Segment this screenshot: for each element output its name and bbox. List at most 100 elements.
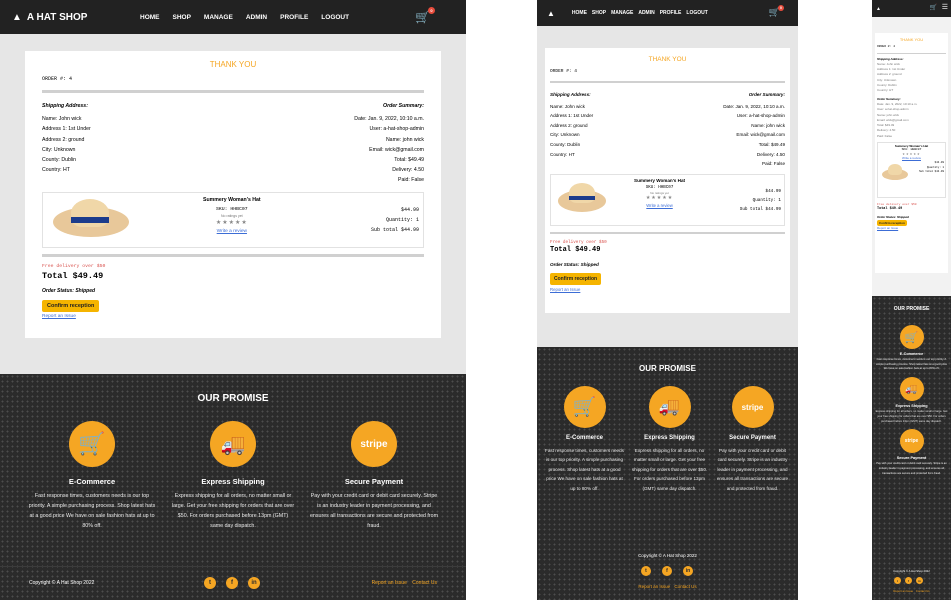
item-rating-note: No ratings yet [221, 213, 243, 218]
stripe-icon: stripe [731, 386, 774, 428]
star-rating-icon[interactable]: ★★★★★ [634, 195, 685, 201]
promise-shipping-text: Express shipping for all orders, no matt… [171, 493, 295, 529]
item-pricing: $44.99 Quantity: 1 Sub total $44.99 [371, 205, 419, 243]
cart-button[interactable]: 🛒 0 [769, 5, 784, 18]
nav-logout[interactable]: LOGOUT [686, 10, 707, 16]
sum-name: Name: john wick [751, 122, 785, 128]
twitter-icon[interactable]: t [204, 577, 216, 589]
confirm-reception-button[interactable]: Confirm reception [877, 219, 907, 226]
star-rating-icon[interactable]: ★★★★★ [203, 219, 261, 226]
footer-report-link[interactable]: Report an Issue [893, 589, 913, 593]
nav-admin[interactable]: ADMIN [638, 10, 654, 16]
twitter-icon[interactable]: t [894, 577, 901, 584]
report-issue-link[interactable]: Report an Issue [42, 314, 424, 319]
sum-paid: Paid: False [762, 161, 785, 167]
mobile-view: ▲ 🛒 ☰ THANK YOU ORDER #: 4 Shipping Addr… [872, 0, 951, 600]
sum-user: User: a-hat-shop-admin [736, 113, 785, 119]
sum-total: Total: $49.49 [394, 157, 424, 164]
footer-report-link[interactable]: Report an Issue [638, 584, 670, 589]
item-subtotal: Sub total $44.99 [370, 226, 419, 233]
linkedin-icon[interactable]: in [248, 577, 260, 589]
footer-bottom: Copyright © A Hat Shop 2022 t f in Repor… [0, 566, 466, 600]
divider [42, 253, 424, 257]
linkedin-icon[interactable]: in [683, 566, 693, 576]
sum-delivery: Delivery: 4.50 [392, 167, 424, 174]
order-total: Total $49.49 [550, 245, 601, 254]
divider [550, 231, 785, 234]
write-review-link[interactable]: Write a review [902, 156, 921, 160]
menu-icon[interactable]: ☰ [942, 3, 948, 11]
footer-links: Report an Issue Contact Us [372, 580, 437, 586]
facebook-icon[interactable]: f [226, 577, 238, 589]
hat-image [554, 178, 612, 222]
report-issue-link[interactable]: Report an Issue [877, 226, 946, 231]
twitter-icon[interactable]: t [641, 566, 651, 576]
sum-date: Date: Jan. 9, 2022, 10:10 a.m. [723, 103, 785, 109]
promise-columns: 🛒 E-Commerce Fast response times, custom… [537, 386, 798, 493]
order-item: Summery Woman's Hat SKU: HHBC07 No ratin… [42, 191, 424, 248]
sum-paid: Paid: False [398, 177, 424, 184]
nav-admin[interactable]: ADMIN [246, 14, 267, 21]
tablet-view: ▲ HOME SHOP MANAGE ADMIN PROFILE LOGOUT … [537, 0, 798, 600]
divider [877, 52, 946, 54]
brand-logo[interactable]: ▲ [547, 9, 555, 18]
sum-total: Total: $49.49 [758, 141, 785, 147]
social-links: t f in [204, 577, 260, 589]
promise-ecommerce-text: Fast response times, customers needs is … [28, 493, 156, 529]
promise-shipping-title: Express Shipping [644, 435, 695, 441]
hat-icon[interactable]: ▲ [876, 6, 881, 12]
nav-profile[interactable]: PROFILE [660, 10, 682, 16]
promise-shipping-title: Express Shipping [201, 477, 265, 486]
footer-contact-link[interactable]: Contact Us [916, 589, 930, 593]
nav-logout[interactable]: LOGOUT [321, 14, 349, 21]
ship-country: Country: HT [877, 88, 894, 93]
nav-shop[interactable]: SHOP [592, 10, 606, 16]
order-total: Total $49.49 [42, 270, 104, 281]
nav-shop[interactable]: SHOP [173, 14, 191, 21]
promise-shipping-text: Express shipping for all orders, no matt… [631, 448, 708, 491]
report-issue-link[interactable]: Report an Issue [550, 287, 785, 292]
free-delivery-note: Free delivery over $50 [42, 263, 106, 269]
item-subtotal: Sub total $44.99 [919, 170, 944, 174]
promise-shipping-title: Express Shipping [895, 404, 928, 409]
nav-manage[interactable]: MANAGE [611, 10, 633, 16]
nav-manage[interactable]: MANAGE [204, 14, 233, 21]
copyright: Copyright © A Hat Shop 2022 [29, 580, 95, 586]
confirm-reception-button[interactable]: Confirm reception [42, 299, 100, 312]
order-card: THANK YOU ORDER #: 4 Shipping Address: N… [545, 48, 790, 313]
facebook-icon[interactable]: f [662, 566, 672, 576]
truck-icon: 🚚 [648, 386, 691, 428]
write-review-link[interactable]: Write a review [203, 229, 261, 234]
cart-icon: 🛒 [69, 421, 115, 467]
cart-button[interactable]: 🛒 [930, 4, 937, 11]
address-summary-row: Shipping Address: Name: John wick Addres… [550, 90, 785, 169]
nav-home[interactable]: HOME [572, 10, 587, 16]
footer-contact-link[interactable]: Contact Us [674, 584, 696, 589]
item-name: Summery Woman's Hat [203, 196, 261, 203]
stripe-icon: stripe [351, 421, 397, 467]
confirm-reception-button[interactable]: Confirm reception [550, 272, 602, 285]
write-review-link[interactable]: Write a review [634, 203, 685, 208]
brand-logo[interactable]: ▲ A HAT SHOP [12, 12, 122, 23]
footer-contact-link[interactable]: Contact Us [412, 580, 437, 586]
promise-title: OUR PROMISE [639, 364, 696, 373]
sum-user: User: a-hat-shop-admin [369, 126, 425, 133]
hat-icon: ▲ [12, 11, 22, 23]
sum-name: Name: john wick [385, 136, 424, 143]
ship-address1: Address 1: 1st Under [42, 126, 91, 133]
footer: OUR PROMISE 🛒 E-Commerce Fast response t… [0, 374, 466, 600]
ship-county: County: Dublin [550, 141, 581, 147]
footer-report-link[interactable]: Report an Issue [372, 580, 407, 586]
facebook-icon[interactable]: f [905, 577, 912, 584]
item-details: Summery Woman's Hat SKU: HHBC07 No ratin… [203, 197, 261, 243]
nav-home[interactable]: HOME [140, 14, 160, 21]
order-item: Summery Woman's Hat SKU: HHBC07 No ratin… [550, 173, 785, 226]
item-pricing: $44.99 Quantity: 1 Sub total $44.99 [740, 187, 781, 222]
item-sku: SKU: HHBC07 [645, 185, 674, 190]
nav-profile[interactable]: PROFILE [280, 14, 308, 21]
promise-payment: stripe Secure Payment Pay with your cred… [872, 429, 951, 476]
social-links: t f in [641, 566, 693, 576]
footer: OUR PROMISE 🛒 E-Commerce Fast response t… [872, 296, 951, 600]
cart-button[interactable]: 🛒 0 [415, 7, 435, 24]
linkedin-icon[interactable]: in [916, 577, 923, 584]
